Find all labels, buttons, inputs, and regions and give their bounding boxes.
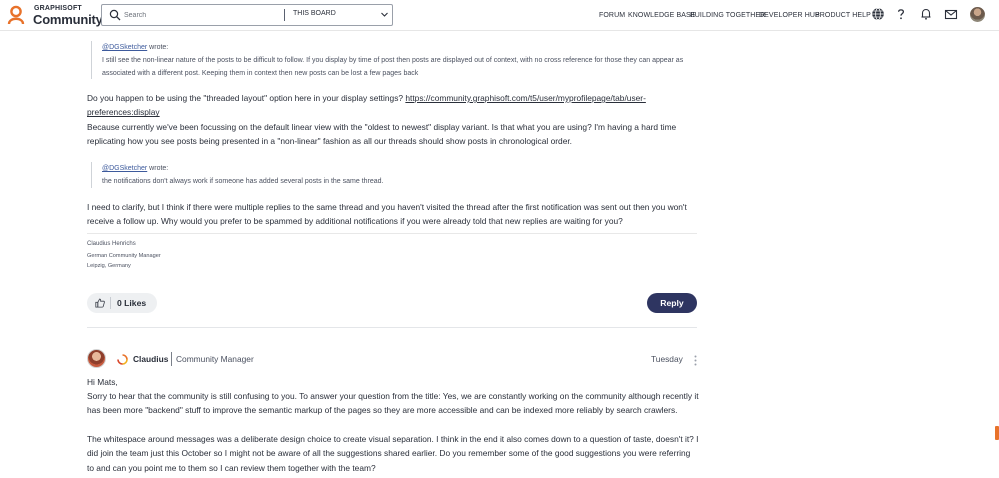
nav-building-together[interactable]: BUILDING TOGETHER xyxy=(690,12,765,19)
search-input[interactable] xyxy=(124,7,274,23)
globe-icon[interactable] xyxy=(871,7,885,21)
mail-icon[interactable] xyxy=(944,7,958,21)
mention-link[interactable]: @DGSketcher xyxy=(102,44,147,51)
more-options-icon[interactable] xyxy=(694,355,697,366)
nav-forum[interactable]: FORUM xyxy=(599,12,625,19)
reply-button[interactable]: Reply xyxy=(647,293,697,313)
thumbs-up-icon xyxy=(95,298,105,308)
graphisoft-logo[interactable]: GRAPHISOFT Community xyxy=(6,4,103,27)
quote-text: the notifications don't always work if s… xyxy=(102,178,384,185)
nav-developer-hub[interactable]: DEVELOPER HUB xyxy=(759,12,820,19)
author-role: Community Manager xyxy=(176,354,254,364)
graphisoft-logo-icon xyxy=(7,5,25,25)
signature-separator xyxy=(87,233,697,234)
search-divider xyxy=(284,9,285,21)
author-avatar[interactable] xyxy=(87,349,106,368)
author-divider xyxy=(171,352,172,366)
rank-badge-icon xyxy=(117,354,128,365)
post-paragraph: Because currently we've been focussing o… xyxy=(87,122,677,147)
nav-knowledge-base[interactable]: KNOWLEDGE BASE xyxy=(628,12,696,19)
bell-icon[interactable] xyxy=(919,7,933,21)
post-paragraph: Sorry to hear that the community is stil… xyxy=(87,391,699,416)
search-icon[interactable] xyxy=(109,9,121,21)
post-greeting: Hi Mats, xyxy=(87,377,118,387)
quote-header: @DGSketcher wrote: xyxy=(102,165,169,172)
author-name[interactable]: Claudius xyxy=(133,354,168,364)
logo-brand: GRAPHISOFT xyxy=(34,5,82,12)
like-button[interactable]: 0 Likes xyxy=(87,293,157,313)
like-divider xyxy=(110,297,111,309)
top-header: GRAPHISOFT Community THIS BOARD FORUM KN… xyxy=(0,0,999,31)
mention-link[interactable]: @DGSketcher xyxy=(102,165,147,172)
post-paragraph: The whitespace around messages was a del… xyxy=(87,434,699,473)
signature-location: Leipzig, Germany xyxy=(87,263,131,269)
nav-product-help[interactable]: PRODUCT HELP xyxy=(815,12,871,19)
post-date: Tuesday xyxy=(651,354,683,364)
search-box: THIS BOARD xyxy=(101,4,393,26)
like-count[interactable]: 0 Likes xyxy=(117,298,146,308)
scrollbar-thumb[interactable] xyxy=(995,426,999,440)
quote-block: @DGSketcher wrote: I still see the non-l… xyxy=(91,41,691,79)
quote-text: I still see the non-linear nature of the… xyxy=(102,57,684,77)
help-icon[interactable] xyxy=(894,7,908,21)
chevron-down-icon[interactable] xyxy=(380,10,389,19)
quote-header: @DGSketcher wrote: xyxy=(102,44,169,51)
signature-title: German Community Manager xyxy=(87,253,161,259)
user-avatar[interactable] xyxy=(970,7,985,22)
quote-block: @DGSketcher wrote: the notifications don… xyxy=(91,162,691,188)
post-paragraph: Do you happen to be using the "threaded … xyxy=(87,93,646,118)
post-divider xyxy=(87,327,697,328)
signature-name: Claudius Henrichs xyxy=(87,241,136,247)
post-paragraph: I need to clarify, but I think if there … xyxy=(87,202,687,227)
search-scope-select[interactable]: THIS BOARD xyxy=(293,10,336,17)
logo-community: Community xyxy=(33,12,103,27)
